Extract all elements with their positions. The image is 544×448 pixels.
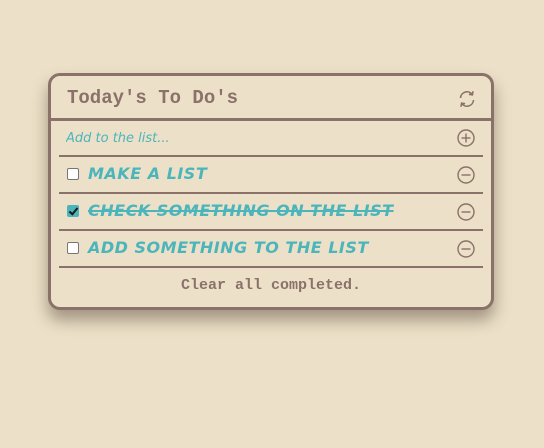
item-checkbox[interactable]	[67, 205, 79, 217]
item-text: check something on the list	[88, 201, 394, 220]
clear-completed-button[interactable]: Clear all completed.	[51, 277, 491, 294]
todo-item: make a list	[59, 157, 483, 194]
plus-circle-icon[interactable]	[456, 128, 476, 148]
add-item-input[interactable]	[59, 126, 446, 150]
item-text: make a list	[88, 164, 208, 183]
todo-header: Today's To Do's	[51, 76, 491, 121]
item-text: add something to the list	[88, 238, 369, 257]
todo-title: Today's To Do's	[67, 87, 239, 109]
minus-circle-icon[interactable]	[456, 239, 476, 259]
minus-circle-icon[interactable]	[456, 165, 476, 185]
item-checkbox[interactable]	[67, 242, 79, 254]
todo-item: add something to the list	[59, 231, 483, 268]
todo-item: check something on the list	[59, 194, 483, 231]
refresh-icon[interactable]	[457, 89, 477, 109]
add-item-row	[59, 120, 483, 157]
todo-card: Today's To Do's make a list check someth…	[48, 73, 494, 310]
item-checkbox[interactable]	[67, 168, 79, 180]
minus-circle-icon[interactable]	[456, 202, 476, 222]
